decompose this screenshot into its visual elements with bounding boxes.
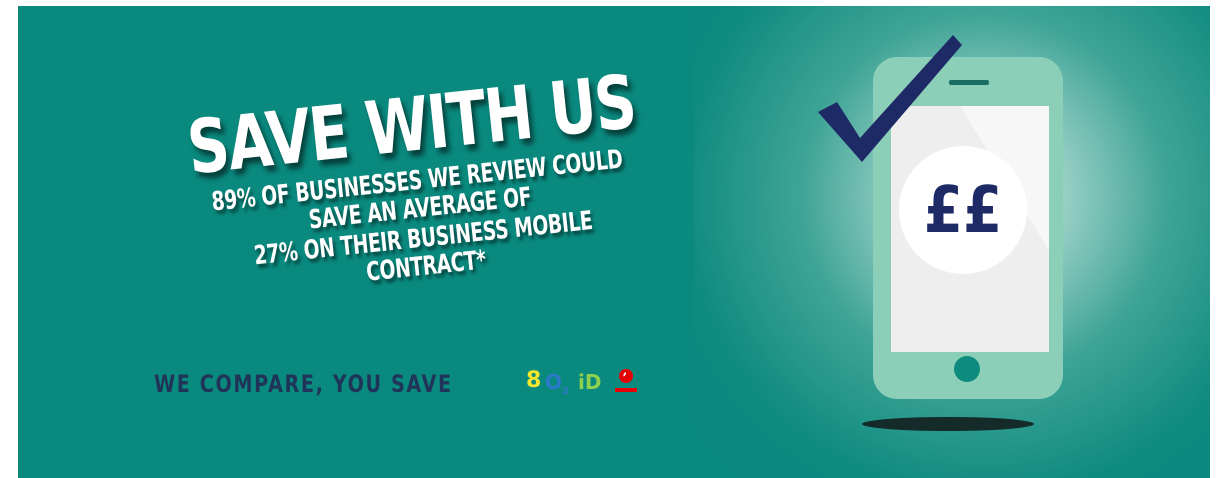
phone-shadow: [862, 417, 1034, 431]
currency-symbol: ££: [924, 174, 1002, 248]
smartphone-icon: ££: [818, 35, 1063, 399]
